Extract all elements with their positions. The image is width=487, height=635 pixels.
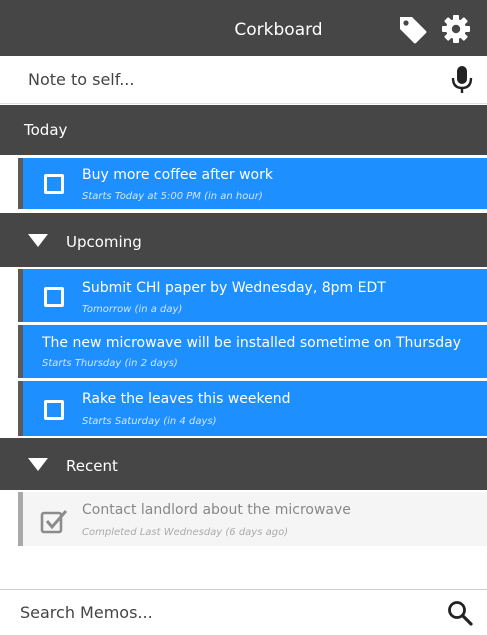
memo-subtext: Tomorrow (in a day) bbox=[82, 304, 183, 315]
memo-text: Rake the leaves this weekend bbox=[82, 391, 291, 407]
memo-checkbox[interactable] bbox=[44, 400, 64, 420]
memo-subtext: Starts Saturday (in 4 days) bbox=[82, 416, 217, 427]
checked-box-icon[interactable] bbox=[40, 508, 68, 534]
memo-checkbox[interactable] bbox=[44, 174, 64, 194]
memo-subtext: Completed Last Wednesday (6 days ago) bbox=[82, 527, 289, 538]
chevron-down-icon bbox=[28, 458, 48, 471]
search-memos-input[interactable] bbox=[0, 590, 420, 635]
memo-subtext: Starts Today at 5:00 PM (in an hour) bbox=[82, 191, 263, 202]
memo-item[interactable]: Buy more coffee after work Starts Today … bbox=[18, 158, 487, 209]
app-header: Corkboard bbox=[0, 0, 487, 56]
mic-icon[interactable] bbox=[448, 65, 476, 95]
memo-text: Buy more coffee after work bbox=[82, 167, 273, 183]
section-header-today[interactable]: Today bbox=[0, 105, 487, 155]
section-label: Upcoming bbox=[66, 233, 142, 251]
note-to-self-input[interactable] bbox=[0, 56, 420, 103]
memo-text: Contact landlord about the microwave bbox=[82, 502, 351, 518]
memo-checkbox[interactable] bbox=[44, 287, 64, 307]
section-header-recent[interactable]: Recent bbox=[0, 438, 487, 490]
note-input-bar bbox=[0, 56, 487, 104]
memo-subtext: Starts Thursday (in 2 days) bbox=[42, 358, 178, 369]
search-bar bbox=[0, 589, 487, 635]
search-icon[interactable] bbox=[447, 600, 473, 626]
memo-text: The new microwave will be installed some… bbox=[42, 335, 462, 351]
memo-item[interactable]: Rake the leaves this weekend Starts Satu… bbox=[18, 381, 487, 436]
memo-text: Submit CHI paper by Wednesday, 8pm EDT bbox=[82, 280, 386, 296]
memo-item[interactable]: Submit CHI paper by Wednesday, 8pm EDT T… bbox=[18, 269, 487, 322]
memo-item[interactable]: The new microwave will be installed some… bbox=[18, 325, 487, 378]
section-label: Recent bbox=[66, 457, 118, 475]
section-label: Today bbox=[24, 121, 68, 139]
chevron-down-icon bbox=[28, 234, 48, 247]
gear-icon[interactable] bbox=[440, 13, 472, 45]
section-header-upcoming[interactable]: Upcoming bbox=[0, 213, 487, 267]
memo-item-completed[interactable]: Contact landlord about the microwave Com… bbox=[18, 492, 487, 546]
tag-icon[interactable] bbox=[397, 13, 429, 45]
